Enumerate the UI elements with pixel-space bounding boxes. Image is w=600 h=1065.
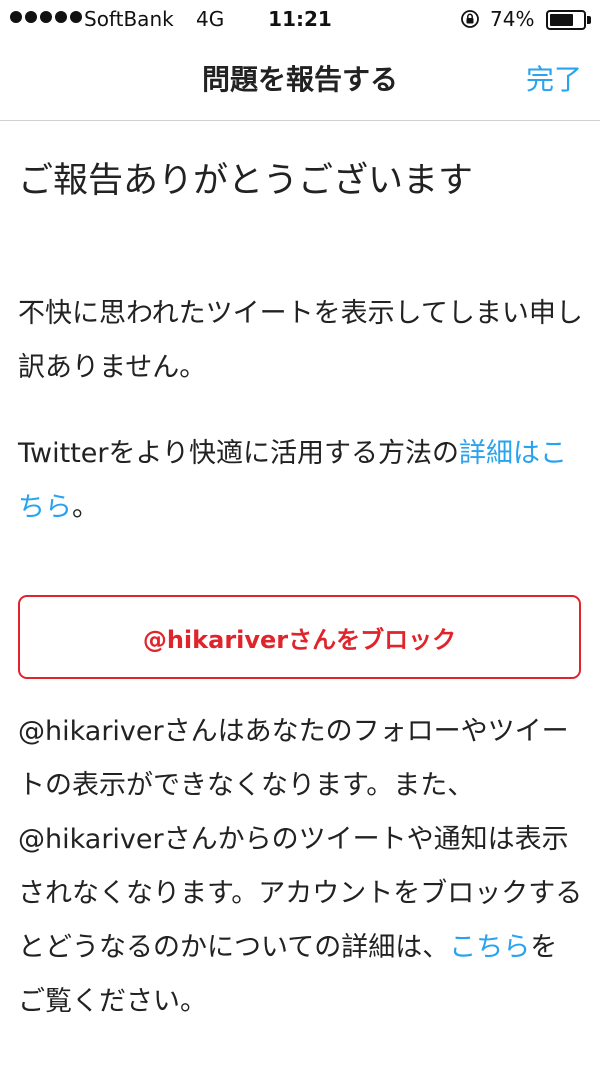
block-info-body: @hikariverさんはあなたのフォローやツイートの表示ができなくなります。ま… <box>18 716 583 963</box>
status-bar: SoftBank 4G 11:21 74% <box>0 0 600 40</box>
navigation-bar: 問題を報告する 完了 <box>0 40 600 121</box>
apology-text: 不快に思われたツイートを表示してしまい申し訳ありません。 <box>18 298 583 383</box>
rotation-lock-icon <box>461 10 479 28</box>
done-button[interactable]: 完了 <box>526 58 582 98</box>
page-title: 問題を報告する <box>201 63 398 96</box>
tips-prefix: Twitterをより快適に活用する方法の <box>18 438 459 469</box>
tips-suffix: 。 <box>72 492 99 523</box>
block-info-link[interactable]: こちら <box>449 932 530 963</box>
tips-text: Twitterをより快適に活用する方法の詳細はこちら。 <box>18 427 584 535</box>
block-info-text: @hikariverさんはあなたのフォローやツイートの表示ができなくなります。ま… <box>18 705 584 1029</box>
block-user-button[interactable]: @hikariverさんをブロック <box>18 595 581 679</box>
battery-percent: 74% <box>490 7 535 31</box>
thank-you-heading: ご報告ありがとうございます <box>18 161 474 201</box>
battery-icon <box>546 10 586 30</box>
